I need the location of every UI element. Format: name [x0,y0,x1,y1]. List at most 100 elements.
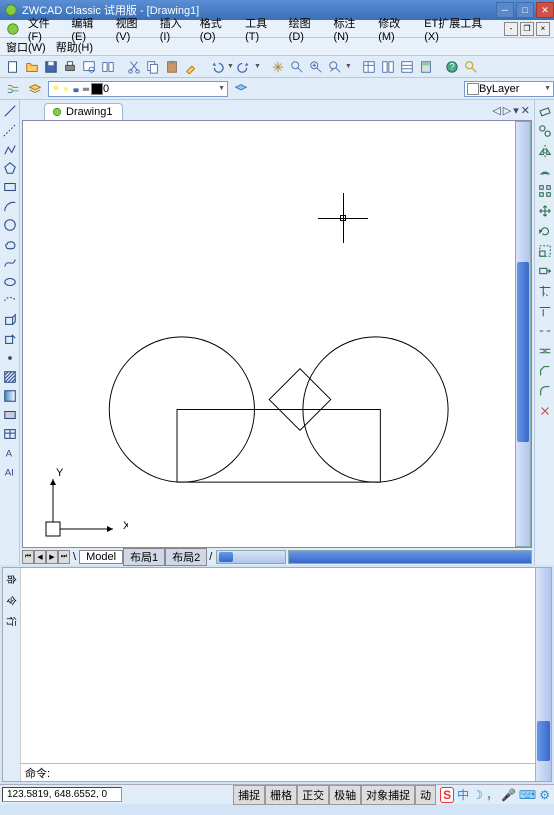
array-tool[interactable] [536,182,554,200]
mic-icon[interactable]: 🎤 [501,788,516,802]
zoom-dropdown-icon[interactable]: ▼ [345,63,352,70]
ime-lang[interactable]: 中 [457,786,469,803]
layer-dropdown[interactable]: 0 ▼ [48,81,228,97]
layer-manager-button[interactable] [26,80,44,98]
snap-toggle[interactable]: 捕捉 [233,785,265,805]
color-dropdown[interactable]: ByLayer ▼ [464,81,554,97]
tab-menu-icon[interactable]: ▾ [513,104,519,117]
person-icon[interactable]: ， [486,786,498,803]
drawing-canvas[interactable]: X Y [23,121,515,547]
command-history[interactable] [21,568,535,763]
redo-button[interactable] [235,58,253,76]
ellipse-arc-tool[interactable] [1,292,19,310]
tool-palette-button[interactable] [398,58,416,76]
point-tool[interactable] [1,349,19,367]
matchprop-button[interactable] [182,58,200,76]
spline-tool[interactable] [1,254,19,272]
menu-window[interactable]: 窗口(W) [6,39,46,55]
mdi-minimize[interactable]: - [504,22,518,36]
make-block-tool[interactable] [1,330,19,348]
layout-first-button[interactable]: ⏮ [22,550,34,564]
hscroll-right[interactable] [288,550,532,564]
maximize-button[interactable]: □ [516,2,534,18]
ortho-toggle[interactable]: 正交 [297,785,329,805]
help-button[interactable]: ? [443,58,461,76]
tab-prev-icon[interactable]: ◁ [492,104,500,117]
circle-tool[interactable] [1,216,19,234]
undo-dropdown-icon[interactable]: ▼ [227,63,234,70]
break-tool[interactable] [536,322,554,340]
layout-next-button[interactable]: ▶ [46,550,58,564]
copy-button[interactable] [144,58,162,76]
layout-last-button[interactable]: ⏭ [58,550,70,564]
trim-tool[interactable] [536,282,554,300]
extend-tool[interactable] [536,302,554,320]
layout-tab-1[interactable]: 布局1 [123,548,165,566]
keyboard-icon[interactable]: ⌨ [519,788,536,802]
menu-tools[interactable]: 工具(T) [245,15,281,43]
line-tool[interactable] [1,102,19,120]
move-tool[interactable] [536,202,554,220]
menu-view[interactable]: 视图(V) [116,15,152,43]
explode-tool[interactable] [536,402,554,420]
join-tool[interactable] [536,342,554,360]
zoom-window-button[interactable] [307,58,325,76]
ellipse-tool[interactable] [1,273,19,291]
menu-draw[interactable]: 绘图(D) [289,15,326,43]
properties-button[interactable] [360,58,378,76]
layer-filter-button[interactable] [4,80,22,98]
new-button[interactable] [4,58,22,76]
publish-button[interactable] [99,58,117,76]
print-preview-button[interactable] [80,58,98,76]
document-tab[interactable]: Drawing1 [44,103,123,120]
ime-icon[interactable]: S [440,787,454,803]
construction-line-tool[interactable] [1,121,19,139]
zoom-realtime-button[interactable] [288,58,306,76]
polyline-tool[interactable] [1,140,19,158]
zoom-previous-button[interactable] [326,58,344,76]
mdi-restore[interactable]: ❐ [520,22,534,36]
menu-help[interactable]: 帮助(H) [56,39,93,55]
copy-tool[interactable] [536,122,554,140]
pan-button[interactable] [269,58,287,76]
polygon-tool[interactable] [1,159,19,177]
paste-button[interactable] [163,58,181,76]
region-tool[interactable] [1,406,19,424]
tab-next-icon[interactable]: ▷ [503,104,511,117]
search-button[interactable] [462,58,480,76]
menu-ext[interactable]: ET扩展工具(X) [424,15,496,43]
table-tool[interactable] [1,425,19,443]
menu-format[interactable]: 格式(O) [200,15,237,43]
chamfer-tool[interactable] [536,362,554,380]
menu-dim[interactable]: 标注(N) [333,15,370,43]
minimize-button[interactable]: ─ [496,2,514,18]
cut-button[interactable] [125,58,143,76]
layer-previous-button[interactable] [232,80,250,98]
insert-block-tool[interactable] [1,311,19,329]
design-center-button[interactable] [379,58,397,76]
cmd-vscroll[interactable] [535,568,551,781]
rectangle-tool[interactable] [1,178,19,196]
redo-dropdown-icon[interactable]: ▼ [254,63,261,70]
menu-modify[interactable]: 修改(M) [378,15,416,43]
command-line[interactable]: 命令: [21,763,535,781]
arc-tool[interactable] [1,197,19,215]
gear-icon[interactable]: ⚙ [539,788,550,802]
calc-button[interactable] [417,58,435,76]
scale-tool[interactable] [536,242,554,260]
layout-prev-button[interactable]: ◀ [34,550,46,564]
mtext-tool[interactable]: A [1,444,19,462]
tab-close-icon[interactable]: ✕ [521,104,530,117]
layout-tab-model[interactable]: Model [79,550,123,564]
polar-toggle[interactable]: 极轴 [329,785,361,805]
stretch-tool[interactable] [536,262,554,280]
erase-tool[interactable] [536,102,554,120]
text-tool[interactable]: AI [1,463,19,481]
moon-icon[interactable]: ☽ [472,788,483,802]
rotate-tool[interactable] [536,222,554,240]
fillet-tool[interactable] [536,382,554,400]
osnap-toggle[interactable]: 对象捕捉 [361,785,415,805]
dyn-toggle[interactable]: 动 [415,785,436,805]
gradient-tool[interactable] [1,387,19,405]
mdi-close[interactable]: × [536,22,550,36]
